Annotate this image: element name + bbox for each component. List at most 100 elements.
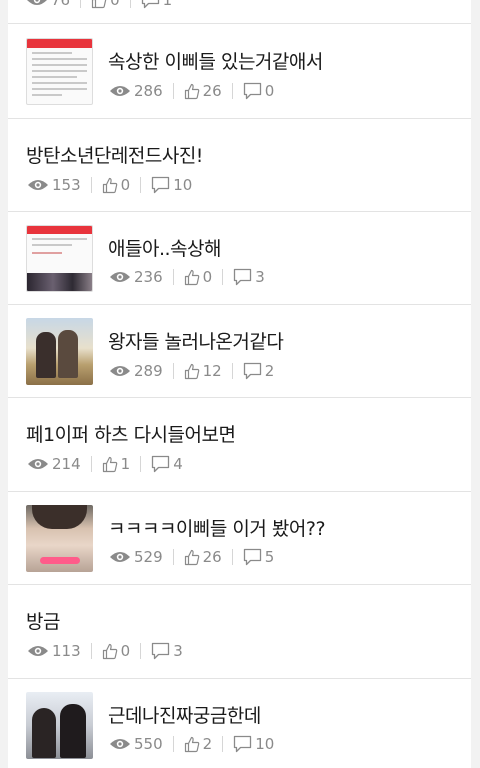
- likes-stat[interactable]: 0: [184, 268, 212, 286]
- thumbs-up-icon: [102, 643, 117, 659]
- divider: [90, 643, 92, 659]
- divider: [90, 456, 92, 472]
- likes-stat[interactable]: 0: [102, 642, 131, 660]
- comments-stat[interactable]: 3: [151, 642, 183, 660]
- likes-count: 12: [202, 362, 222, 380]
- views-stat: 529: [109, 548, 163, 566]
- comments-stat[interactable]: 0: [243, 82, 275, 100]
- post-title[interactable]: 근데나진짜궁금한데: [108, 701, 261, 728]
- views-count: 529: [134, 548, 163, 566]
- comments-count: 4: [173, 455, 183, 473]
- list-item[interactable]: 방탄소년단레전드사진! 153 0 10: [8, 119, 471, 212]
- comment-icon: [243, 548, 261, 566]
- likes-stat[interactable]: 0: [102, 176, 131, 194]
- post-title[interactable]: 속상한 이삐들 있는거같애서: [108, 47, 323, 74]
- likes-stat[interactable]: 2: [184, 735, 213, 753]
- thumbs-up-icon: [184, 269, 199, 285]
- views-count: 153: [52, 176, 81, 194]
- eye-icon: [27, 0, 47, 5]
- views-stat: 113: [27, 642, 81, 660]
- post-stats: 76 0 1: [26, 0, 172, 10]
- comments-stat[interactable]: 5: [243, 548, 275, 566]
- likes-count: 0: [120, 642, 131, 660]
- comment-icon: [234, 735, 252, 753]
- comment-icon: [152, 176, 170, 194]
- comments-stat[interactable]: 3: [233, 268, 265, 286]
- views-stat: 286: [109, 82, 163, 100]
- divider: [172, 736, 174, 752]
- list-item[interactable]: 방금 113 0 3: [8, 585, 471, 679]
- thumbs-up-icon: [184, 549, 199, 565]
- post-stats: 214 1 4: [27, 454, 183, 474]
- list-item[interactable]: 76 0 1: [8, 0, 471, 24]
- divider: [140, 177, 142, 193]
- comments-stat[interactable]: 10: [233, 735, 274, 753]
- list-item[interactable]: 속상한 이삐들 있는거같애서 286 26 0: [8, 25, 471, 119]
- post-title[interactable]: 왕자들 놀러나온거같다: [108, 327, 284, 354]
- likes-count: 26: [202, 548, 222, 566]
- post-thumbnail: [26, 38, 93, 105]
- comments-count: 0: [264, 82, 275, 100]
- comments-stat[interactable]: 10: [151, 176, 192, 194]
- likes-count: 2: [202, 735, 213, 753]
- thumbs-up-icon: [91, 0, 107, 8]
- post-title[interactable]: ㅋㅋㅋㅋ이삐들 이거 봤어??: [108, 514, 326, 541]
- list-item[interactable]: 왕자들 놀러나온거같다 289 12 2: [8, 305, 471, 398]
- views-stat: 236: [109, 268, 163, 286]
- likes-count: 0: [110, 0, 120, 9]
- eye-icon: [110, 552, 130, 562]
- likes-count: 1: [120, 455, 131, 473]
- thumbs-up-icon: [184, 363, 199, 379]
- comments-count: 3: [255, 268, 265, 286]
- list-item[interactable]: 애들아..속상해 236 0 3: [8, 212, 471, 305]
- comments-count: 10: [255, 735, 275, 753]
- post-title[interactable]: 방금: [26, 607, 60, 634]
- views-stat: 289: [109, 362, 163, 380]
- comment-icon: [243, 82, 261, 100]
- eye-icon: [110, 739, 130, 749]
- divider: [172, 269, 174, 285]
- views-stat: 76: [26, 0, 70, 9]
- views-count: 289: [134, 362, 163, 380]
- likes-count: 0: [120, 176, 131, 194]
- views-count: 76: [51, 0, 71, 9]
- likes-count: 26: [202, 82, 222, 100]
- comments-count: 3: [173, 642, 183, 660]
- post-stats: 153 0 10: [27, 175, 192, 195]
- views-stat: 153: [27, 176, 81, 194]
- divider: [222, 736, 224, 752]
- eye-icon: [110, 272, 130, 282]
- eye-icon: [110, 366, 130, 376]
- thumbs-up-icon: [102, 456, 117, 472]
- comments-stat[interactable]: 4: [151, 455, 183, 473]
- thumbs-up-icon: [184, 83, 199, 99]
- likes-stat[interactable]: 0: [91, 0, 120, 9]
- post-stats: 289 12 2: [109, 361, 274, 381]
- likes-stat[interactable]: 12: [184, 362, 222, 380]
- divider: [140, 456, 142, 472]
- divider: [231, 549, 233, 565]
- comments-stat[interactable]: 2: [243, 362, 274, 380]
- likes-stat[interactable]: 1: [102, 455, 131, 473]
- list-item[interactable]: 페1이퍼 하츠 다시들어보면 214 1 4: [8, 398, 471, 492]
- eye-icon: [110, 86, 130, 96]
- comments-count: 5: [264, 548, 275, 566]
- divider: [172, 363, 174, 379]
- divider: [231, 83, 233, 99]
- comment-icon: [152, 455, 170, 473]
- list-item[interactable]: 근데나진짜궁금한데 550 2 10: [8, 679, 471, 768]
- post-title[interactable]: 애들아..속상해: [108, 234, 221, 261]
- post-title[interactable]: 페1이퍼 하츠 다시들어보면: [26, 420, 236, 447]
- list-item[interactable]: ㅋㅋㅋㅋ이삐들 이거 봤어?? 529 26 5: [8, 492, 471, 585]
- views-stat: 550: [109, 735, 163, 753]
- post-title[interactable]: 방탄소년단레전드사진!: [26, 141, 203, 168]
- post-stats: 529 26 5: [109, 547, 274, 567]
- likes-stat[interactable]: 26: [184, 548, 222, 566]
- comments-count: 1: [162, 0, 173, 9]
- divider: [129, 0, 131, 8]
- thumbs-up-icon: [102, 177, 117, 193]
- comments-stat[interactable]: 1: [141, 0, 173, 9]
- divider: [222, 269, 224, 285]
- comment-icon: [141, 0, 159, 9]
- likes-stat[interactable]: 26: [184, 82, 222, 100]
